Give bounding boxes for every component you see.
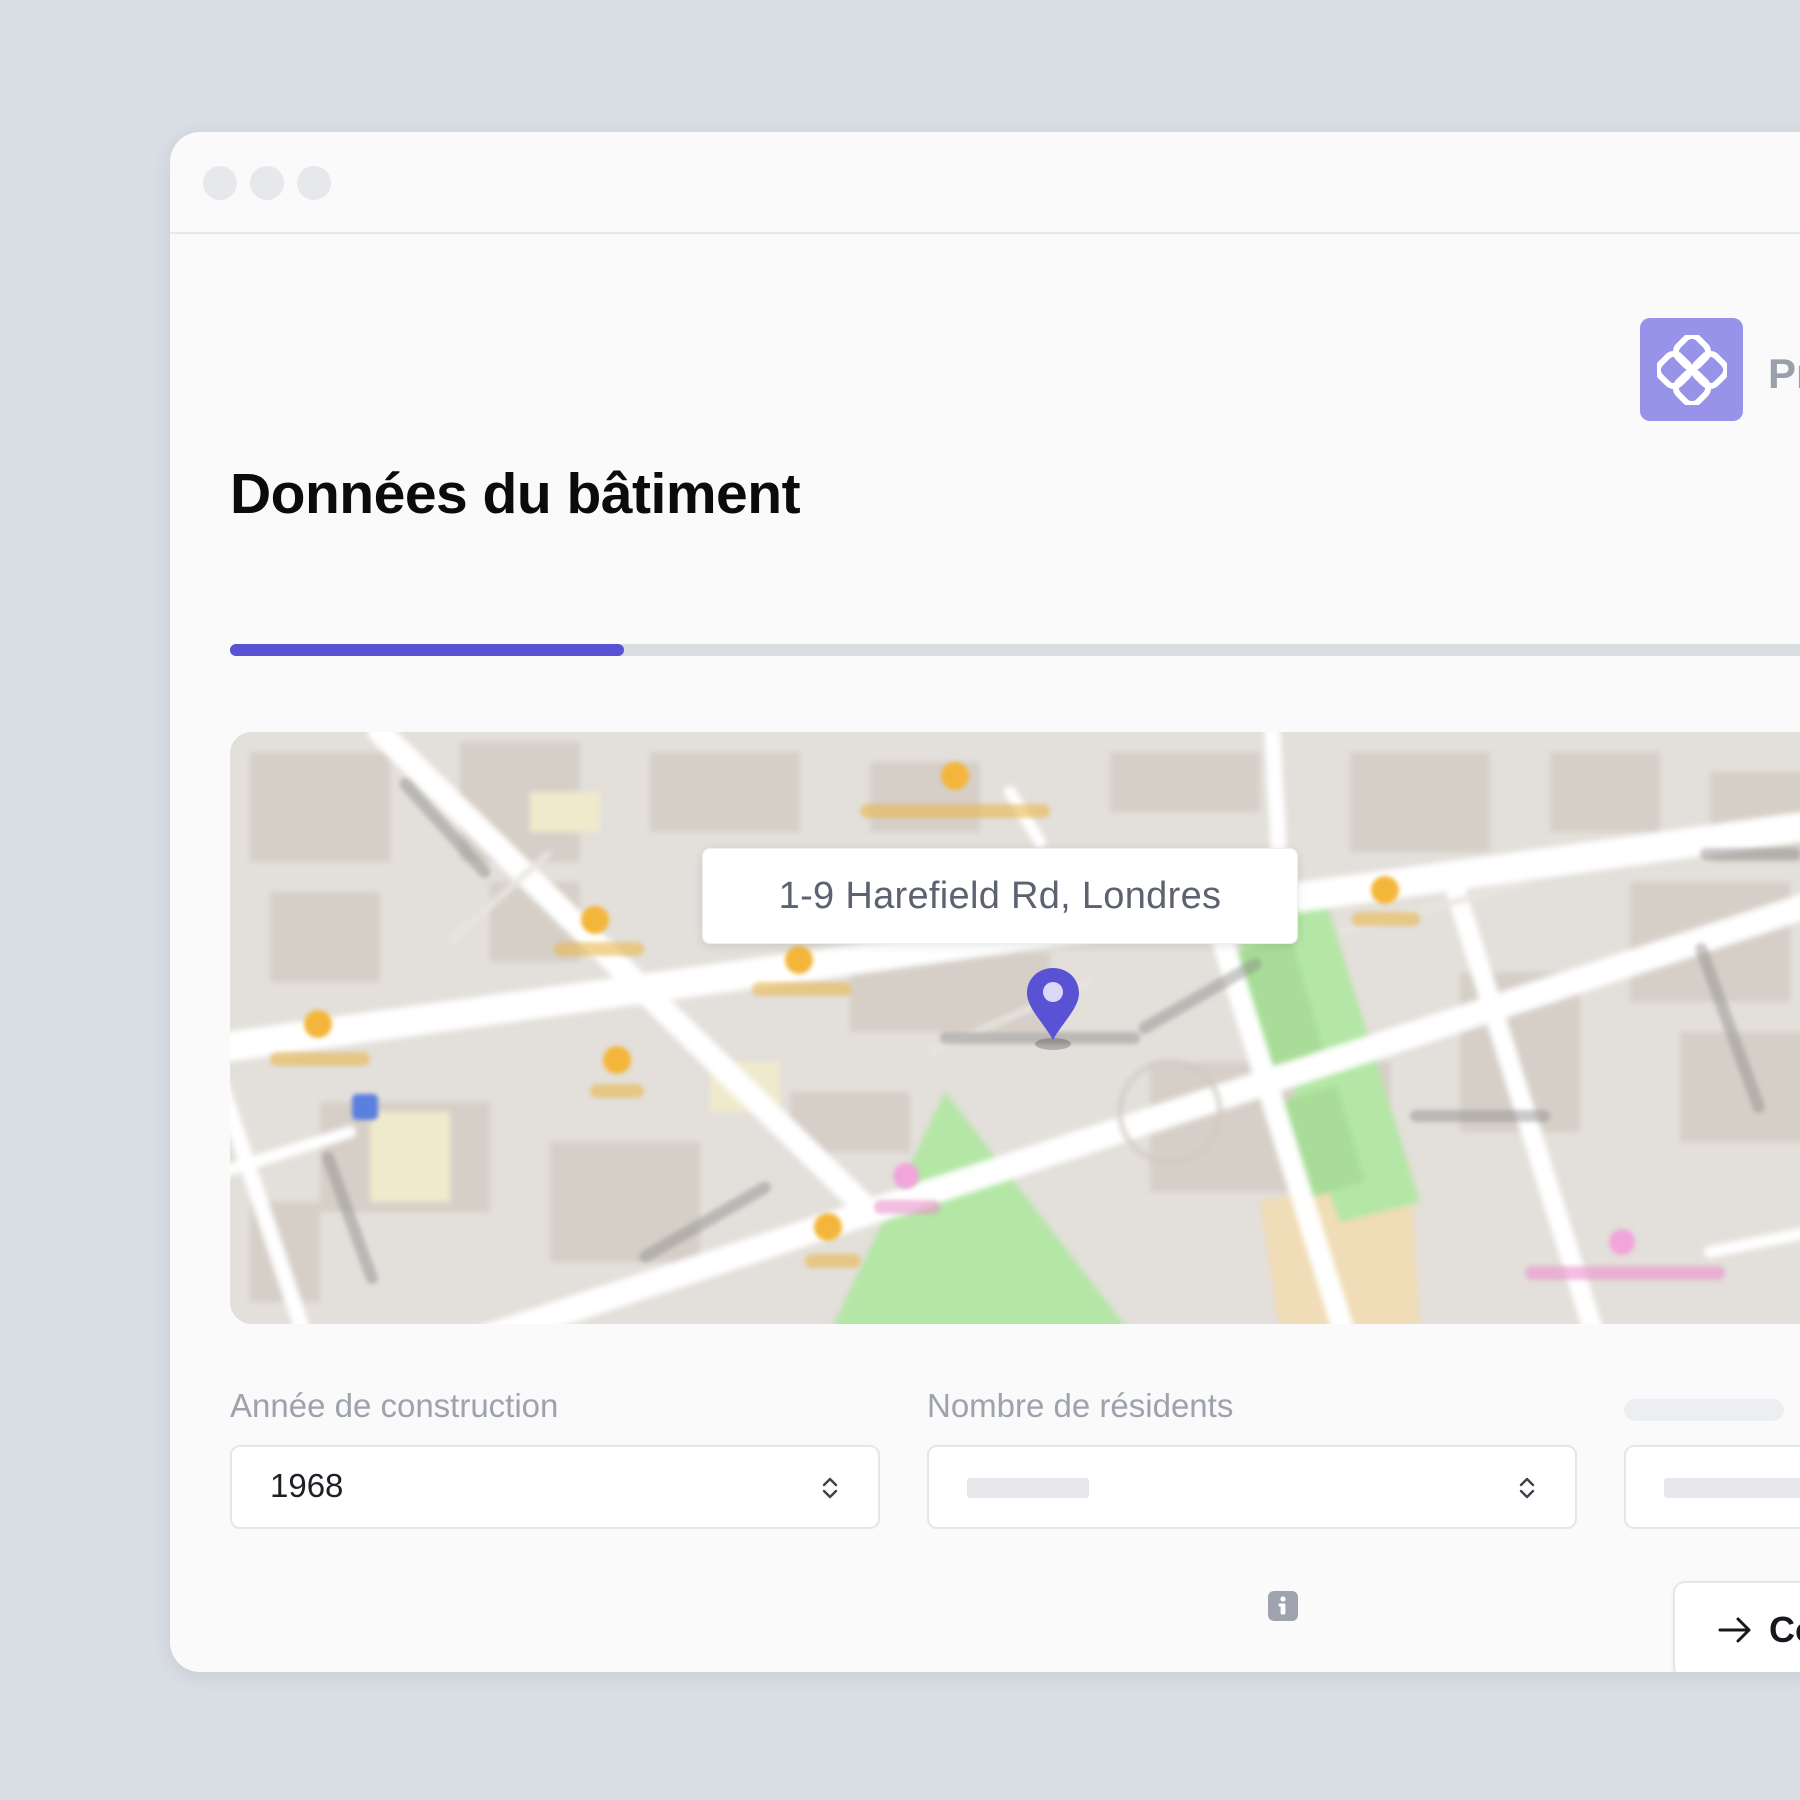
map-poi-labels bbox=[270, 762, 1800, 1285]
progress-bar bbox=[230, 644, 1800, 656]
residents-label: Nombre de résidents bbox=[927, 1387, 1234, 1424]
progress-fill bbox=[230, 644, 624, 656]
third-field-select[interactable] bbox=[1624, 1445, 1800, 1529]
location-map[interactable]: 1-9 Harefield Rd, Londres bbox=[230, 732, 1800, 1324]
app-window: Données du bâtiment Pr bbox=[170, 132, 1800, 1672]
location-pin-icon[interactable] bbox=[1023, 964, 1083, 1054]
construction-year-label: Année de construction bbox=[230, 1387, 559, 1424]
residents-value-placeholder bbox=[967, 1478, 1089, 1498]
info-icon[interactable] bbox=[1268, 1591, 1298, 1621]
arrow-right-icon bbox=[1718, 1617, 1751, 1643]
clover-logo-icon bbox=[1640, 318, 1743, 421]
continue-button[interactable]: Co bbox=[1673, 1581, 1800, 1672]
construction-year-value: 1968 bbox=[270, 1467, 344, 1504]
third-field-value-placeholder bbox=[1664, 1478, 1800, 1498]
page-title: Données du bâtiment bbox=[230, 462, 801, 526]
chevron-up-down-icon bbox=[822, 1477, 838, 1499]
window-maximize-dot[interactable] bbox=[297, 166, 331, 200]
window-titlebar bbox=[170, 132, 1800, 234]
third-field-label-placeholder bbox=[1624, 1399, 1784, 1421]
window-close-dot[interactable] bbox=[203, 166, 237, 200]
chevron-up-down-icon bbox=[1519, 1477, 1535, 1499]
brand-name: Pr bbox=[1768, 350, 1800, 397]
residents-select[interactable] bbox=[927, 1445, 1577, 1529]
window-minimize-dot[interactable] bbox=[250, 166, 284, 200]
continue-label: Co bbox=[1769, 1609, 1800, 1650]
construction-year-select[interactable]: 1968 bbox=[230, 1445, 880, 1529]
address-tooltip: 1-9 Harefield Rd, Londres bbox=[702, 848, 1298, 944]
